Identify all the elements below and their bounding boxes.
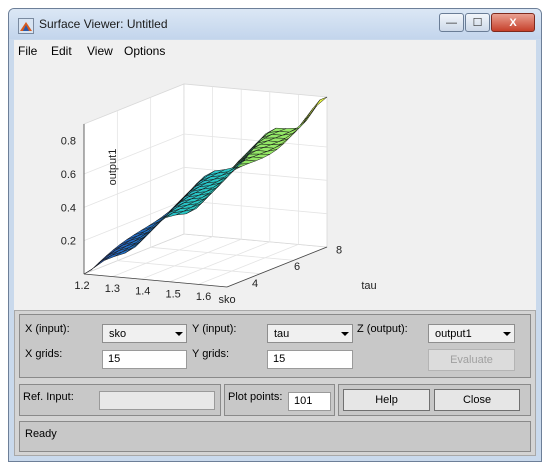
minimize-button[interactable]: — bbox=[439, 13, 464, 32]
surface-viewer-window: Surface Viewer: Untitled — ☐ X File Edit… bbox=[8, 8, 542, 462]
y-grids-field[interactable]: 15 bbox=[267, 350, 353, 369]
z-axis-label: output1 bbox=[107, 149, 119, 186]
ref-input-panel: Ref. Input: bbox=[19, 384, 221, 416]
chevron-down-icon bbox=[341, 332, 349, 336]
z-tick-label: 0.2 bbox=[61, 236, 76, 248]
window-title: Surface Viewer: Untitled bbox=[39, 17, 168, 31]
x-tick-label: 1.3 bbox=[105, 283, 120, 295]
minimize-icon: — bbox=[446, 17, 457, 29]
x-tick-label: 1.4 bbox=[135, 286, 150, 298]
axes-back-wall bbox=[183, 83, 328, 248]
menu-edit[interactable]: Edit bbox=[51, 44, 72, 58]
x-tick-label: 1.6 bbox=[196, 291, 211, 303]
plot-points-field[interactable]: 101 bbox=[288, 392, 331, 411]
chevron-down-icon bbox=[175, 332, 183, 336]
axes-selection-panel: X (input): sko Y (input): tau Z (output)… bbox=[19, 314, 531, 378]
action-buttons-panel: Help Close bbox=[338, 384, 531, 416]
z-output-dropdown[interactable]: output1 bbox=[428, 324, 515, 343]
menu-file[interactable]: File bbox=[18, 44, 37, 58]
y-input-label: Y (input): bbox=[192, 323, 237, 335]
close-button[interactable]: Close bbox=[434, 389, 520, 411]
menu-options[interactable]: Options bbox=[124, 44, 165, 58]
x-tick-label: 1.2 bbox=[74, 280, 89, 292]
evaluate-button[interactable]: Evaluate bbox=[428, 349, 515, 371]
z-output-value: output1 bbox=[435, 328, 472, 340]
close-window-button[interactable]: X bbox=[491, 13, 535, 32]
close-icon: X bbox=[509, 17, 517, 29]
maximize-icon: ☐ bbox=[472, 17, 483, 29]
x-input-dropdown[interactable]: sko bbox=[102, 324, 187, 343]
controls-panel: X (input): sko Y (input): tau Z (output)… bbox=[14, 310, 536, 456]
y-input-value: tau bbox=[274, 328, 290, 340]
help-button[interactable]: Help bbox=[343, 389, 430, 411]
z-tick-label: 0.6 bbox=[61, 169, 76, 181]
y-input-dropdown[interactable]: tau bbox=[267, 324, 353, 343]
ref-input-field[interactable] bbox=[99, 391, 215, 410]
x-grids-field[interactable]: 15 bbox=[102, 350, 187, 369]
z-tick-label: 0.4 bbox=[61, 202, 76, 214]
chevron-down-icon bbox=[503, 332, 511, 336]
x-axis-label: sko bbox=[218, 294, 235, 306]
x-tick-label: 1.5 bbox=[166, 288, 181, 300]
x-grids-label: X grids: bbox=[25, 348, 63, 360]
surface-plot-area[interactable]: 0.2 0.4 0.6 0.8 1.2 1.3 1.4 1.5 1.6 4 6 8 output1 s… bbox=[14, 62, 536, 310]
status-text: Ready bbox=[25, 428, 57, 440]
status-panel: Ready bbox=[19, 421, 531, 452]
matlab-app-icon bbox=[18, 18, 34, 34]
menu-view[interactable]: View bbox=[87, 44, 113, 58]
plot-points-label: Plot points: bbox=[228, 391, 283, 403]
x-input-label: X (input): bbox=[25, 323, 70, 335]
ref-input-label: Ref. Input: bbox=[23, 391, 74, 403]
plot-points-panel: Plot points: 101 bbox=[224, 384, 335, 416]
y-axis-label: tau bbox=[361, 280, 376, 292]
y-tick-label: 4 bbox=[252, 278, 258, 290]
y-tick-label: 8 bbox=[336, 244, 342, 256]
y-tick-label: 6 bbox=[294, 261, 300, 273]
z-tick-label: 0.8 bbox=[61, 136, 76, 148]
title-bar[interactable]: Surface Viewer: Untitled — ☐ X bbox=[9, 9, 541, 39]
menu-bar: File Edit View Options bbox=[14, 40, 536, 62]
surface-plot[interactable]: 0.2 0.4 0.6 0.8 1.2 1.3 1.4 1.5 1.6 4 6 8 output1 s… bbox=[14, 62, 536, 310]
maximize-button[interactable]: ☐ bbox=[465, 13, 490, 32]
x-input-value: sko bbox=[109, 328, 127, 340]
y-grids-label: Y grids: bbox=[192, 348, 230, 360]
z-output-label: Z (output): bbox=[357, 323, 408, 335]
